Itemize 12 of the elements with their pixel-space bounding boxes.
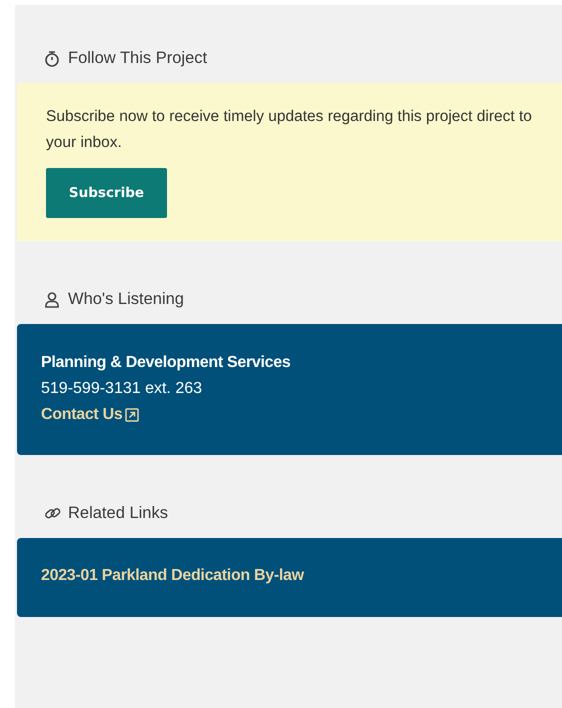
phone-number: 519-599-3131 ext. 263 [41, 379, 204, 399]
department-name: Planning & Development Services [41, 353, 292, 373]
subscribe-text: Subscribe now to receive timely updates regarding this project direct to your inbox. [46, 107, 533, 153]
related-link[interactable]: 2023-01 Parkland Dedication By-law [41, 564, 304, 588]
section-heading: Who's Listening [68, 290, 184, 308]
contact-link[interactable]: Contact Us [41, 402, 140, 428]
person-icon [44, 290, 61, 308]
external-link-icon [125, 408, 140, 422]
section-heading: Related Links [68, 504, 168, 522]
section-heading: Follow This Project [68, 48, 208, 68]
subscribe-button[interactable]: Subscribe [46, 168, 167, 218]
stopwatch-icon [44, 50, 61, 66]
